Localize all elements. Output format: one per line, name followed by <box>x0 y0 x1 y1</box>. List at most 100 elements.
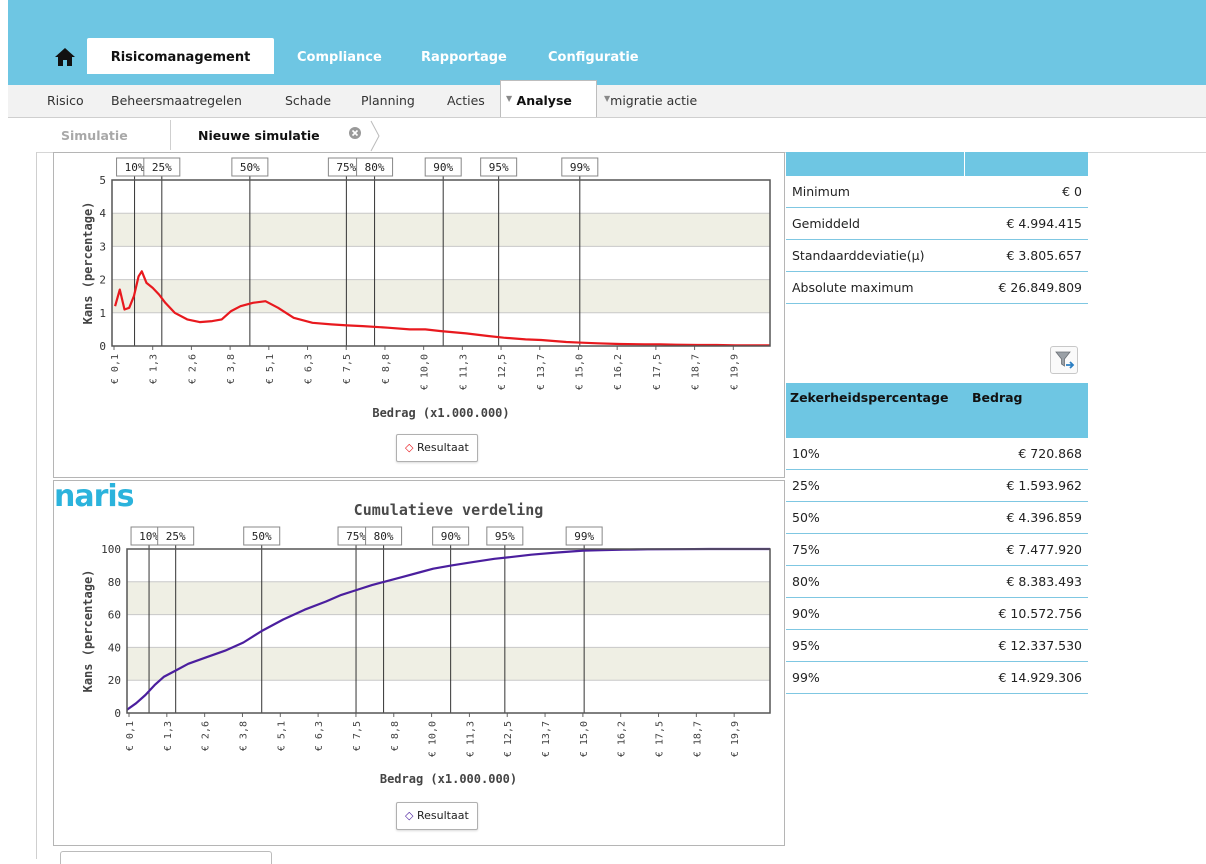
tab-configuratie[interactable]: Configuratie <box>548 38 639 74</box>
x-tick-label: € 12,5 <box>497 354 508 390</box>
table-row: Standaarddeviatie(µ) € 3.805.657 <box>786 239 1088 272</box>
grid-band <box>112 213 770 247</box>
x-tick-label: € 5,1 <box>265 354 276 384</box>
percentile-marker-label: 80% <box>374 530 394 543</box>
export-filter-button[interactable] <box>1050 346 1078 374</box>
x-tick-label: € 11,3 <box>465 721 476 757</box>
x-tick-label: € 18,7 <box>691 354 702 390</box>
y-tick-label: 3 <box>99 240 106 253</box>
table-row: Absolute maximum € 26.849.809 <box>786 271 1088 304</box>
amount-cell: € 4.396.859 <box>968 501 1088 534</box>
home-icon[interactable] <box>54 46 76 68</box>
x-tick-label: € 16,2 <box>617 721 628 757</box>
table-row: 10% € 720.868 <box>786 438 1088 470</box>
stats-header-cell <box>964 152 1088 176</box>
legend-diamond-icon: ◇ <box>405 441 414 454</box>
bottom-search-field[interactable] <box>60 851 272 864</box>
percentile-marker-label: 80% <box>365 161 385 174</box>
y-tick-label: 1 <box>99 307 106 320</box>
stat-value: € 4.994.415 <box>964 207 1088 240</box>
y-axis-label: Kans (percentage) <box>81 202 95 325</box>
statistics-table: Minimum € 0 Gemiddeld € 4.994.415 Standaar… <box>786 152 1088 304</box>
breadcrumb-nieuwe-simulatie[interactable]: Nieuwe simulatie <box>198 128 320 143</box>
stats-header-cell <box>786 152 965 176</box>
x-tick-label: € 6,3 <box>314 721 325 751</box>
x-tick-label: € 10,0 <box>420 354 431 390</box>
y-tick-label: 4 <box>99 207 106 220</box>
cumulative-chart-svg: 0 20 40 60 80 100 € 0,1 € 1,3 € 2,6 € 3,8 € 5,1 € 6… <box>81 501 771 786</box>
x-tick-label: € 19,9 <box>730 721 741 757</box>
stat-label: Absolute maximum <box>786 271 965 304</box>
x-tick-label: € 13,7 <box>541 721 552 757</box>
tab-rapportage[interactable]: Rapportage <box>421 38 507 74</box>
stat-label: Gemiddeld <box>786 207 965 240</box>
amount-cell: € 14.929.306 <box>968 661 1088 694</box>
probability-distribution-chart: 0 1 2 3 4 5 € 0,1 € 1,3 € 2,6 € 3,8 € 5,1 € 6,3 € 7,… <box>53 152 785 478</box>
legend-resultaat-button[interactable]: ◇ Resultaat <box>396 802 478 830</box>
x-tick-label: € 15,0 <box>574 354 585 390</box>
x-tick-label: € 0,1 <box>125 721 136 751</box>
percentile-marker-label: 90% <box>433 161 453 174</box>
y-tick-label: 5 <box>99 174 106 187</box>
tab-risicomanagement[interactable]: Risicomanagement <box>87 38 274 74</box>
grid-band <box>112 279 770 313</box>
x-tick-label: € 3,8 <box>238 721 249 751</box>
x-tick-label: € 7,5 <box>342 354 353 384</box>
subnav-analyse[interactable]: ▼ Analyse <box>506 93 572 108</box>
x-tick-label: € 11,3 <box>458 354 469 390</box>
subnav-planning[interactable]: Planning <box>361 93 415 108</box>
filter-icon <box>1055 351 1075 369</box>
x-tick-label: € 6,3 <box>304 354 315 384</box>
x-tick-label: € 7,5 <box>352 721 363 751</box>
x-tick-label: € 17,5 <box>652 354 663 390</box>
subnav-schade[interactable]: Schade <box>285 93 331 108</box>
breadcrumb-simulatie[interactable]: Simulatie <box>61 128 128 143</box>
percentile-marker-label: 50% <box>240 161 260 174</box>
x-tick-label: € 10,0 <box>428 721 439 757</box>
subnav-beheersmaatregelen[interactable]: Beheersmaatregelen <box>111 93 242 108</box>
y-tick-label: 60 <box>108 609 121 622</box>
subnav-risico[interactable]: Risico <box>47 93 84 108</box>
table-row: 25% € 1.593.962 <box>786 469 1088 502</box>
legend-diamond-icon: ◇ <box>405 809 414 822</box>
amount-cell: € 8.383.493 <box>968 565 1088 598</box>
subnav-acties[interactable]: Acties <box>447 93 485 108</box>
y-tick-label: 40 <box>108 641 121 654</box>
x-tick-label: € 18,7 <box>692 721 703 757</box>
percentile-marker-label: 95% <box>495 530 515 543</box>
percentile-cell: 50% <box>786 501 968 534</box>
amount-cell: € 720.868 <box>968 438 1088 470</box>
x-tick-label: € 0,1 <box>110 354 121 384</box>
subnav-migratie-actie[interactable]: ▼migratie actie <box>604 93 697 108</box>
x-tick-label: € 1,3 <box>149 354 160 384</box>
close-tab-icon[interactable] <box>348 126 362 144</box>
series-line-resultaat <box>126 547 770 711</box>
y-tick-label: 20 <box>108 674 121 687</box>
dropdown-triangle-icon: ▼ <box>604 94 611 103</box>
stat-label: Standaarddeviatie(µ) <box>786 239 965 272</box>
plot-frame <box>126 548 771 714</box>
percentile-marker-label: 75% <box>346 530 366 543</box>
x-tick-label: € 8,8 <box>390 721 401 751</box>
x-axis-label: Bedrag (x1.000.000) <box>372 406 509 420</box>
x-tick-label: € 13,7 <box>536 354 547 390</box>
table-row: 50% € 4.396.859 <box>786 501 1088 534</box>
y-axis-label: Kans (percentage) <box>81 570 95 693</box>
tab-compliance[interactable]: Compliance <box>297 38 382 74</box>
percentile-marker-label: 95% <box>489 161 509 174</box>
legend-label: Resultaat <box>416 441 469 454</box>
subnav-migratie-label: migratie actie <box>610 93 698 108</box>
percentile-cell: 75% <box>786 533 968 566</box>
legend-label: Resultaat <box>416 809 469 822</box>
amount-cell: € 7.477.920 <box>968 533 1088 566</box>
table-row: 90% € 10.572.756 <box>786 597 1088 630</box>
percentile-marker-label: 25% <box>152 161 172 174</box>
stat-value: € 3.805.657 <box>964 239 1088 272</box>
legend-resultaat-button[interactable]: ◇ Resultaat <box>396 434 478 462</box>
percentile-marker-label: 10% <box>139 530 159 543</box>
percentile-marker-label: 90% <box>441 530 461 543</box>
y-tick-label: 80 <box>108 576 121 589</box>
percentile-marker-label: 99% <box>574 530 594 543</box>
table-row: 95% € 12.337.530 <box>786 629 1088 662</box>
table-row: 75% € 7.477.920 <box>786 533 1088 566</box>
